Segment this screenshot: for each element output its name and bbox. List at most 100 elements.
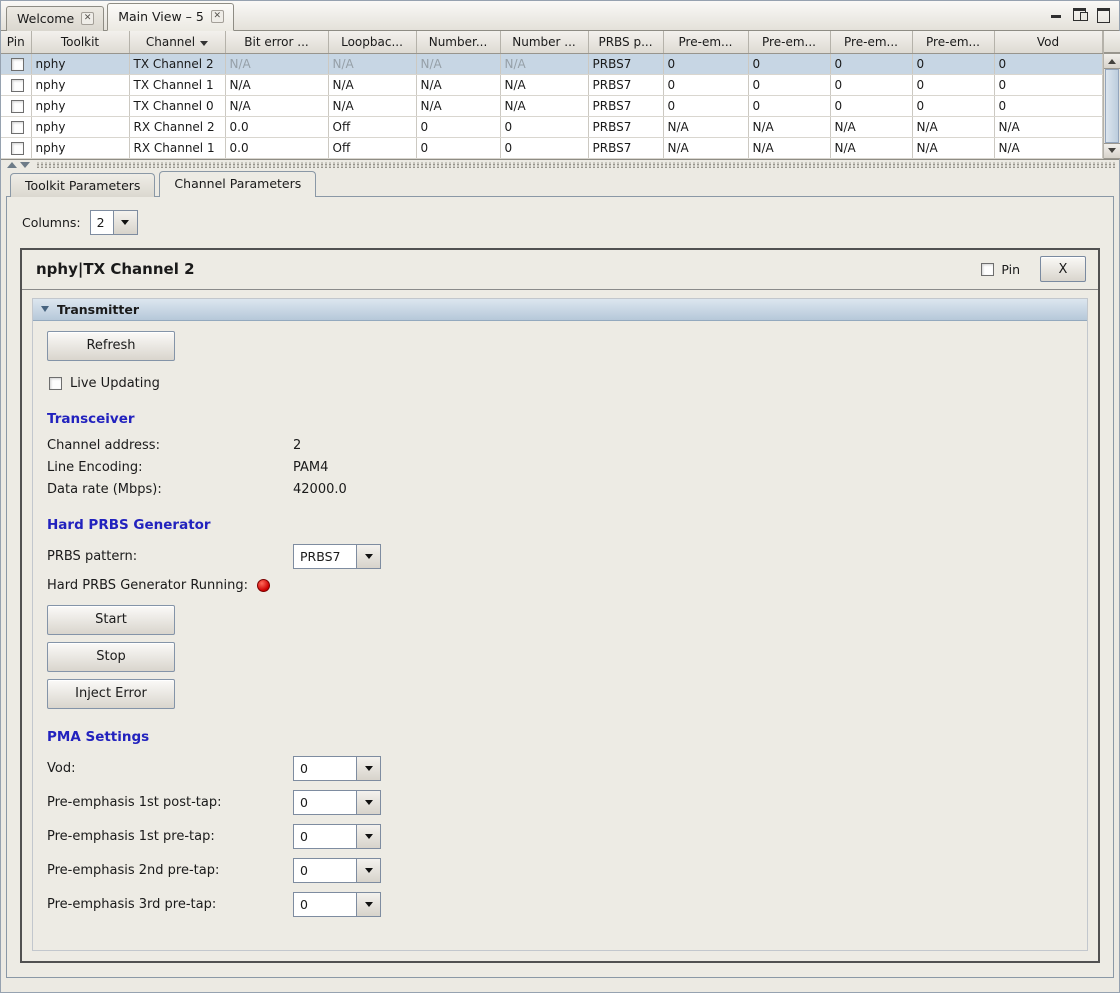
cell-vod: N/A: [994, 116, 1102, 137]
table-row[interactable]: nphy RX Channel 1 0.0 Off 0 0 PRBS7 N/A …: [1, 137, 1102, 158]
scrollbar-track[interactable]: [1104, 69, 1120, 143]
collapse-triangle-icon: [41, 306, 49, 312]
live-updating-checkbox[interactable]: [49, 377, 62, 390]
restore-icon[interactable]: [1072, 7, 1088, 21]
prbs-running-row: Hard PRBS Generator Running:: [47, 578, 1087, 593]
splitter-handle[interactable]: [36, 162, 1115, 168]
tab-channel-parameters[interactable]: Channel Parameters: [159, 171, 316, 197]
col-header-pre-em-1[interactable]: Pre-em...: [663, 31, 748, 53]
columns-row: Columns: 2: [7, 197, 1113, 244]
pre-emphasis-1st-pre-tap-dropdown[interactable]: 0: [293, 824, 381, 849]
pre-emphasis-3rd-pre-tap-dropdown[interactable]: 0: [293, 892, 381, 917]
tab-main-view[interactable]: Main View – 5: [107, 3, 234, 31]
dropdown-arrow-button: [356, 825, 380, 848]
table-row[interactable]: nphy RX Channel 2 0.0 Off 0 0 PRBS7 N/A …: [1, 116, 1102, 137]
pin-checkbox[interactable]: [11, 79, 24, 92]
columns-label: Columns:: [22, 215, 81, 230]
table-header-row: Pin Toolkit Channel Bit error ... Loopba…: [1, 31, 1102, 53]
cell-pre-em-1: 0: [663, 74, 748, 95]
scrollbar-thumb[interactable]: [1105, 69, 1119, 143]
pin-panel-checkbox[interactable]: [981, 263, 994, 276]
cell-pre-em-4: 0: [912, 95, 994, 116]
cell-bit-error: N/A: [225, 74, 328, 95]
cell-number-a: 0: [416, 137, 500, 158]
transmitter-section-label: Transmitter: [57, 302, 139, 317]
scroll-up-button[interactable]: [1104, 53, 1120, 69]
pre-emphasis-1st-post-tap-dropdown[interactable]: 0: [293, 790, 381, 815]
col-header-number-b[interactable]: Number ...: [500, 31, 588, 53]
col-header-pre-em-3[interactable]: Pre-em...: [830, 31, 912, 53]
transmitter-section-header[interactable]: Transmitter: [33, 299, 1087, 321]
chevron-down-icon: [365, 834, 373, 839]
cell-pre-em-4: 0: [912, 74, 994, 95]
col-header-bit-error[interactable]: Bit error ...: [225, 31, 328, 53]
col-header-toolkit[interactable]: Toolkit: [31, 31, 129, 53]
pin-checkbox[interactable]: [11, 121, 24, 134]
col-header-number-a[interactable]: Number...: [416, 31, 500, 53]
line-encoding-label: Line Encoding:: [47, 460, 293, 475]
table-row[interactable]: nphy TX Channel 1 N/A N/A N/A N/A PRBS7 …: [1, 74, 1102, 95]
pre-emphasis-3rd-pre-tap-value: 0: [294, 893, 356, 916]
channel-panel: nphy|TX Channel 2 Pin X Transmitter Refr…: [20, 248, 1100, 963]
collapse-up-icon[interactable]: [7, 162, 17, 168]
cell-prbs-pattern: PRBS7: [588, 116, 663, 137]
col-header-pre-em-2[interactable]: Pre-em...: [748, 31, 830, 53]
window-controls: [1042, 7, 1111, 21]
refresh-button[interactable]: Refresh: [47, 331, 175, 361]
minimize-icon[interactable]: [1049, 7, 1065, 21]
cell-channel: RX Channel 2: [129, 116, 225, 137]
close-panel-button[interactable]: X: [1040, 256, 1086, 282]
table-row[interactable]: nphy TX Channel 0 N/A N/A N/A N/A PRBS7 …: [1, 95, 1102, 116]
dropdown-arrow-button: [356, 859, 380, 882]
live-updating-checkbox-row[interactable]: Live Updating: [49, 376, 1087, 391]
cell-number-b: 0: [500, 137, 588, 158]
pre-emphasis-1st-pre-tap-label: Pre-emphasis 1st pre-tap:: [47, 829, 293, 844]
columns-dropdown[interactable]: 2: [90, 210, 138, 235]
col-header-pre-em-4[interactable]: Pre-em...: [912, 31, 994, 53]
close-icon[interactable]: [211, 10, 224, 23]
stop-button[interactable]: Stop: [47, 642, 175, 672]
cell-pre-em-4: N/A: [912, 137, 994, 158]
tab-toolkit-parameters[interactable]: Toolkit Parameters: [10, 173, 155, 197]
col-header-prbs-pattern[interactable]: PRBS p...: [588, 31, 663, 53]
cell-pre-em-3: 0: [830, 53, 912, 74]
scroll-down-button[interactable]: [1104, 143, 1120, 159]
pre-emphasis-2nd-pre-tap-row: Pre-emphasis 2nd pre-tap: 0: [47, 858, 1087, 883]
cell-pre-em-2: N/A: [748, 116, 830, 137]
tab-welcome[interactable]: Welcome: [6, 6, 104, 31]
col-header-pin[interactable]: Pin: [1, 31, 31, 53]
chevron-down-icon: [365, 800, 373, 805]
pre-emphasis-2nd-pre-tap-dropdown[interactable]: 0: [293, 858, 381, 883]
cell-vod: 0: [994, 95, 1102, 116]
pre-emphasis-1st-post-tap-label: Pre-emphasis 1st post-tap:: [47, 795, 293, 810]
cell-pre-em-2: 0: [748, 74, 830, 95]
channel-address-label: Channel address:: [47, 438, 293, 453]
col-header-vod[interactable]: Vod: [994, 31, 1102, 53]
cell-pre-em-2: 0: [748, 53, 830, 74]
table-row[interactable]: nphy TX Channel 2 N/A N/A N/A N/A PRBS7 …: [1, 53, 1102, 74]
col-header-loopback[interactable]: Loopbac...: [328, 31, 416, 53]
horizontal-splitter[interactable]: [1, 160, 1119, 171]
transmitter-section-body: Refresh Live Updating Transceiver Channe…: [33, 321, 1087, 917]
maximize-icon[interactable]: [1095, 7, 1111, 21]
channel-panel-controls: Pin X: [981, 256, 1086, 282]
vod-label: Vod:: [47, 761, 293, 776]
inject-error-button[interactable]: Inject Error: [47, 679, 175, 709]
pre-emphasis-3rd-pre-tap-label: Pre-emphasis 3rd pre-tap:: [47, 897, 293, 912]
cell-number-a: N/A: [416, 53, 500, 74]
pin-checkbox[interactable]: [11, 142, 24, 155]
pre-emphasis-2nd-pre-tap-label: Pre-emphasis 2nd pre-tap:: [47, 863, 293, 878]
cell-pre-em-1: N/A: [663, 137, 748, 158]
collapse-down-icon[interactable]: [20, 162, 30, 168]
prbs-pattern-row: PRBS pattern: PRBS7: [47, 544, 1087, 569]
start-button[interactable]: Start: [47, 605, 175, 635]
chevron-down-icon: [365, 554, 373, 559]
vod-dropdown[interactable]: 0: [293, 756, 381, 781]
pin-checkbox[interactable]: [11, 100, 24, 113]
col-header-channel[interactable]: Channel: [129, 31, 225, 53]
prbs-pattern-dropdown[interactable]: PRBS7: [293, 544, 381, 569]
close-icon[interactable]: [81, 12, 94, 25]
pre-emphasis-2nd-pre-tap-value: 0: [294, 859, 356, 882]
pin-checkbox[interactable]: [11, 58, 24, 71]
vertical-scrollbar[interactable]: [1103, 31, 1120, 159]
